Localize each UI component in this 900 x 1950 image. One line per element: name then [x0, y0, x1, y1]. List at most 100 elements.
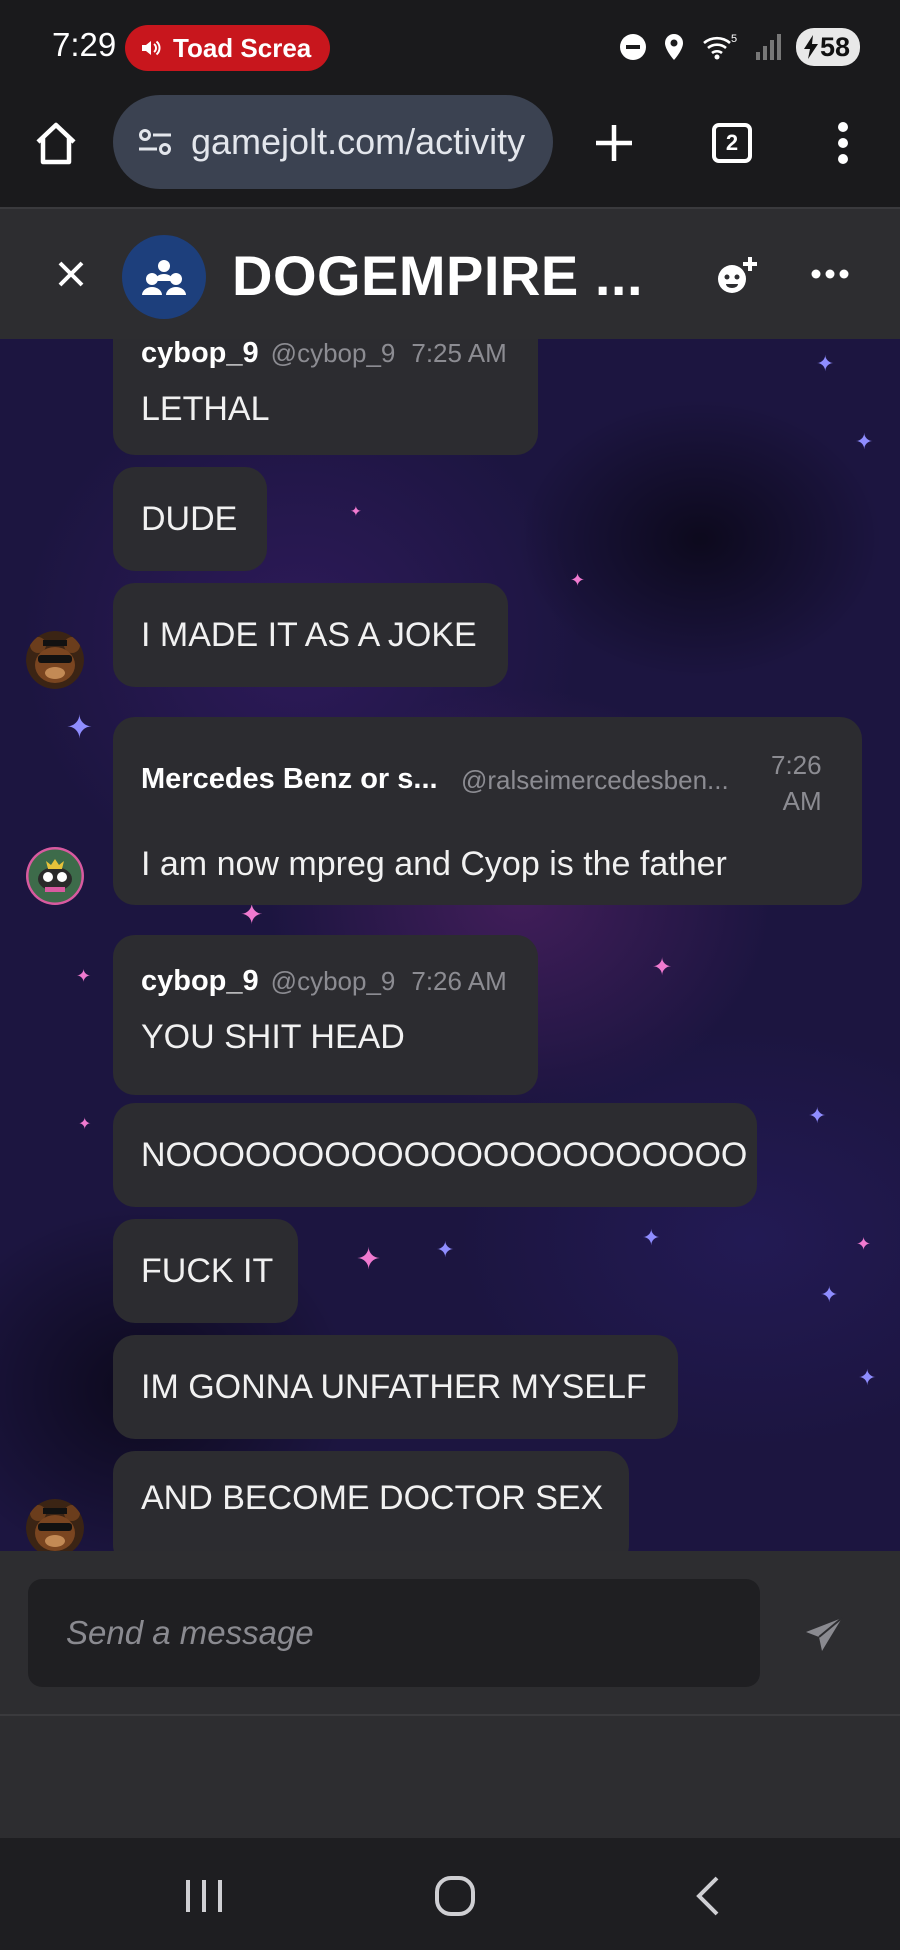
star-decoration: ✦ — [436, 1237, 455, 1262]
close-chat-button[interactable] — [50, 253, 92, 295]
author-handle: @cybop_9 — [270, 339, 396, 368]
wifi-icon: 5 — [703, 33, 737, 60]
star-decoration: ✦ — [652, 954, 673, 981]
charging-bolt-icon — [803, 35, 818, 59]
message-time: 7:26 AM — [771, 747, 822, 819]
signal-label: 5 — [731, 33, 737, 45]
message-bubble[interactable]: NOOOOOOOOOOOOOOOOOOOOOO — [113, 1103, 757, 1207]
recent-apps-icon — [186, 1880, 222, 1912]
status-bar: 7:29 Toad Screa 5 58 — [0, 0, 900, 95]
author-handle: @cybop_9 — [270, 966, 396, 996]
battery-indicator: 58 — [795, 28, 860, 66]
message-text: I MADE IT AS A JOKE — [141, 615, 477, 654]
star-decoration: ✦ — [820, 1282, 839, 1307]
star-decoration: ✦ — [858, 1365, 877, 1390]
add-friend-icon — [718, 257, 757, 293]
new-tab-button[interactable] — [586, 115, 642, 171]
status-time: 7:29 — [52, 26, 117, 63]
message-time: 7:26 AM — [411, 966, 507, 996]
browser-menu-button[interactable] — [815, 115, 871, 171]
star-decoration: ✦ — [350, 503, 362, 519]
message-bubble[interactable]: Mercedes Benz or s... @ralseimercedesben… — [113, 717, 862, 905]
star-decoration: ✦ — [855, 429, 874, 454]
location-icon — [664, 34, 683, 60]
home-nav-button[interactable] — [423, 1864, 487, 1928]
browser-toolbar: gamejolt.com/activity 2 — [0, 95, 900, 207]
star-decoration: ✦ — [642, 1225, 661, 1250]
system-nav-bar — [0, 1838, 900, 1950]
message-time-ampm: AM — [782, 786, 822, 816]
message-bubble[interactable]: DUDE — [113, 467, 267, 571]
message-text: DUDE — [141, 499, 238, 538]
message-text: I am now mpreg and Cyop is the father — [141, 845, 727, 883]
message-list[interactable]: ✦ ✦ ✦ ✦ ✦ ✦ ✦ ✦ ✦ ✦ ✦ ✦ ✦ ✦ ✦ ✦ cybop_9 … — [0, 339, 900, 1551]
do-not-disturb-icon — [619, 34, 646, 60]
author-name[interactable]: cybop_9 — [141, 339, 259, 370]
address-bar[interactable]: gamejolt.com/activity — [113, 95, 553, 189]
send-button[interactable] — [800, 1611, 848, 1659]
message-meta: Mercedes Benz or s... @ralseimercedesben… — [141, 717, 834, 816]
user-avatar[interactable] — [26, 631, 84, 689]
message-meta: cybop_9 @cybop_9 7:25 AM — [141, 339, 510, 370]
message-bubble[interactable]: cybop_9 @cybop_9 7:26 AM YOU SHIT HEAD — [113, 935, 538, 1095]
screen-recording-pill[interactable]: Toad Screa — [125, 25, 330, 71]
recent-apps-button[interactable] — [172, 1864, 236, 1928]
url-text: gamejolt.com/activity — [191, 121, 526, 162]
star-decoration: ✦ — [66, 709, 93, 745]
home-button[interactable] — [28, 115, 84, 171]
user-avatar[interactable] — [26, 847, 84, 905]
cell-signal-icon — [755, 34, 781, 60]
site-settings-icon[interactable] — [137, 126, 173, 158]
message-text: IM GONNA UNFATHER MYSELF — [141, 1367, 647, 1406]
tab-switcher-button[interactable]: 2 — [704, 115, 760, 171]
message-composer — [0, 1551, 900, 1716]
message-bubble[interactable]: I MADE IT AS A JOKE — [113, 583, 508, 687]
chat-options-button[interactable] — [810, 267, 850, 287]
star-decoration: ✦ — [816, 351, 835, 376]
message-bubble[interactable]: FUCK IT — [113, 1219, 298, 1323]
empty-area — [0, 1716, 900, 1838]
home-icon — [36, 122, 76, 165]
message-time: 7:25 AM — [411, 339, 507, 368]
message-bubble[interactable]: cybop_9 @cybop_9 7:25 AM LETHAL — [113, 339, 538, 455]
plus-icon — [596, 125, 632, 161]
message-time-hour: 7:26 — [771, 750, 822, 780]
message-text: AND BECOME DOCTOR SEX — [141, 1479, 604, 1517]
message-input[interactable] — [28, 1579, 760, 1687]
star-decoration: ✦ — [240, 899, 264, 930]
message-text: LETHAL — [141, 390, 270, 428]
recording-label: Toad Screa — [173, 32, 312, 63]
message-text: NOOOOOOOOOOOOOOOOOOOOOO — [141, 1135, 748, 1174]
close-icon — [58, 261, 84, 287]
author-name[interactable]: cybop_9 — [141, 965, 259, 998]
send-icon — [806, 1617, 843, 1651]
star-decoration: ✦ — [808, 1103, 827, 1128]
home-circle-icon — [435, 1876, 475, 1916]
speaker-icon — [142, 40, 161, 56]
chat-title[interactable]: DOGEMPIRE ... — [232, 243, 643, 308]
star-decoration: ✦ — [76, 966, 92, 986]
message-meta: cybop_9 @cybop_9 7:26 AM — [141, 935, 510, 998]
star-decoration: ✦ — [856, 1234, 872, 1254]
more-horizontal-icon — [811, 269, 849, 279]
user-avatar[interactable] — [26, 1499, 84, 1551]
status-icons: 5 58 — [618, 28, 860, 66]
star-decoration: ✦ — [356, 1243, 382, 1276]
author-handle: @ralseimercedesben... — [461, 765, 729, 795]
tab-count: 2 — [712, 123, 752, 163]
add-member-button[interactable] — [712, 253, 760, 301]
author-name[interactable]: Mercedes Benz or s... — [141, 763, 438, 796]
app-root: 7:29 Toad Screa 5 58 gamejolt.com/activi… — [0, 0, 900, 1950]
message-bubble[interactable]: AND BECOME DOCTOR SEX — [113, 1451, 629, 1551]
chat-header: DOGEMPIRE ... — [0, 207, 900, 339]
message-text: FUCK IT — [141, 1251, 274, 1290]
back-icon — [696, 1876, 719, 1916]
group-icon — [142, 260, 186, 295]
more-vertical-icon — [838, 122, 848, 164]
back-button[interactable] — [676, 1864, 740, 1928]
battery-level: 58 — [819, 31, 850, 62]
group-avatar[interactable] — [122, 235, 206, 319]
message-text: YOU SHIT HEAD — [141, 1018, 405, 1056]
star-decoration: ✦ — [570, 570, 586, 590]
message-bubble[interactable]: IM GONNA UNFATHER MYSELF — [113, 1335, 678, 1439]
